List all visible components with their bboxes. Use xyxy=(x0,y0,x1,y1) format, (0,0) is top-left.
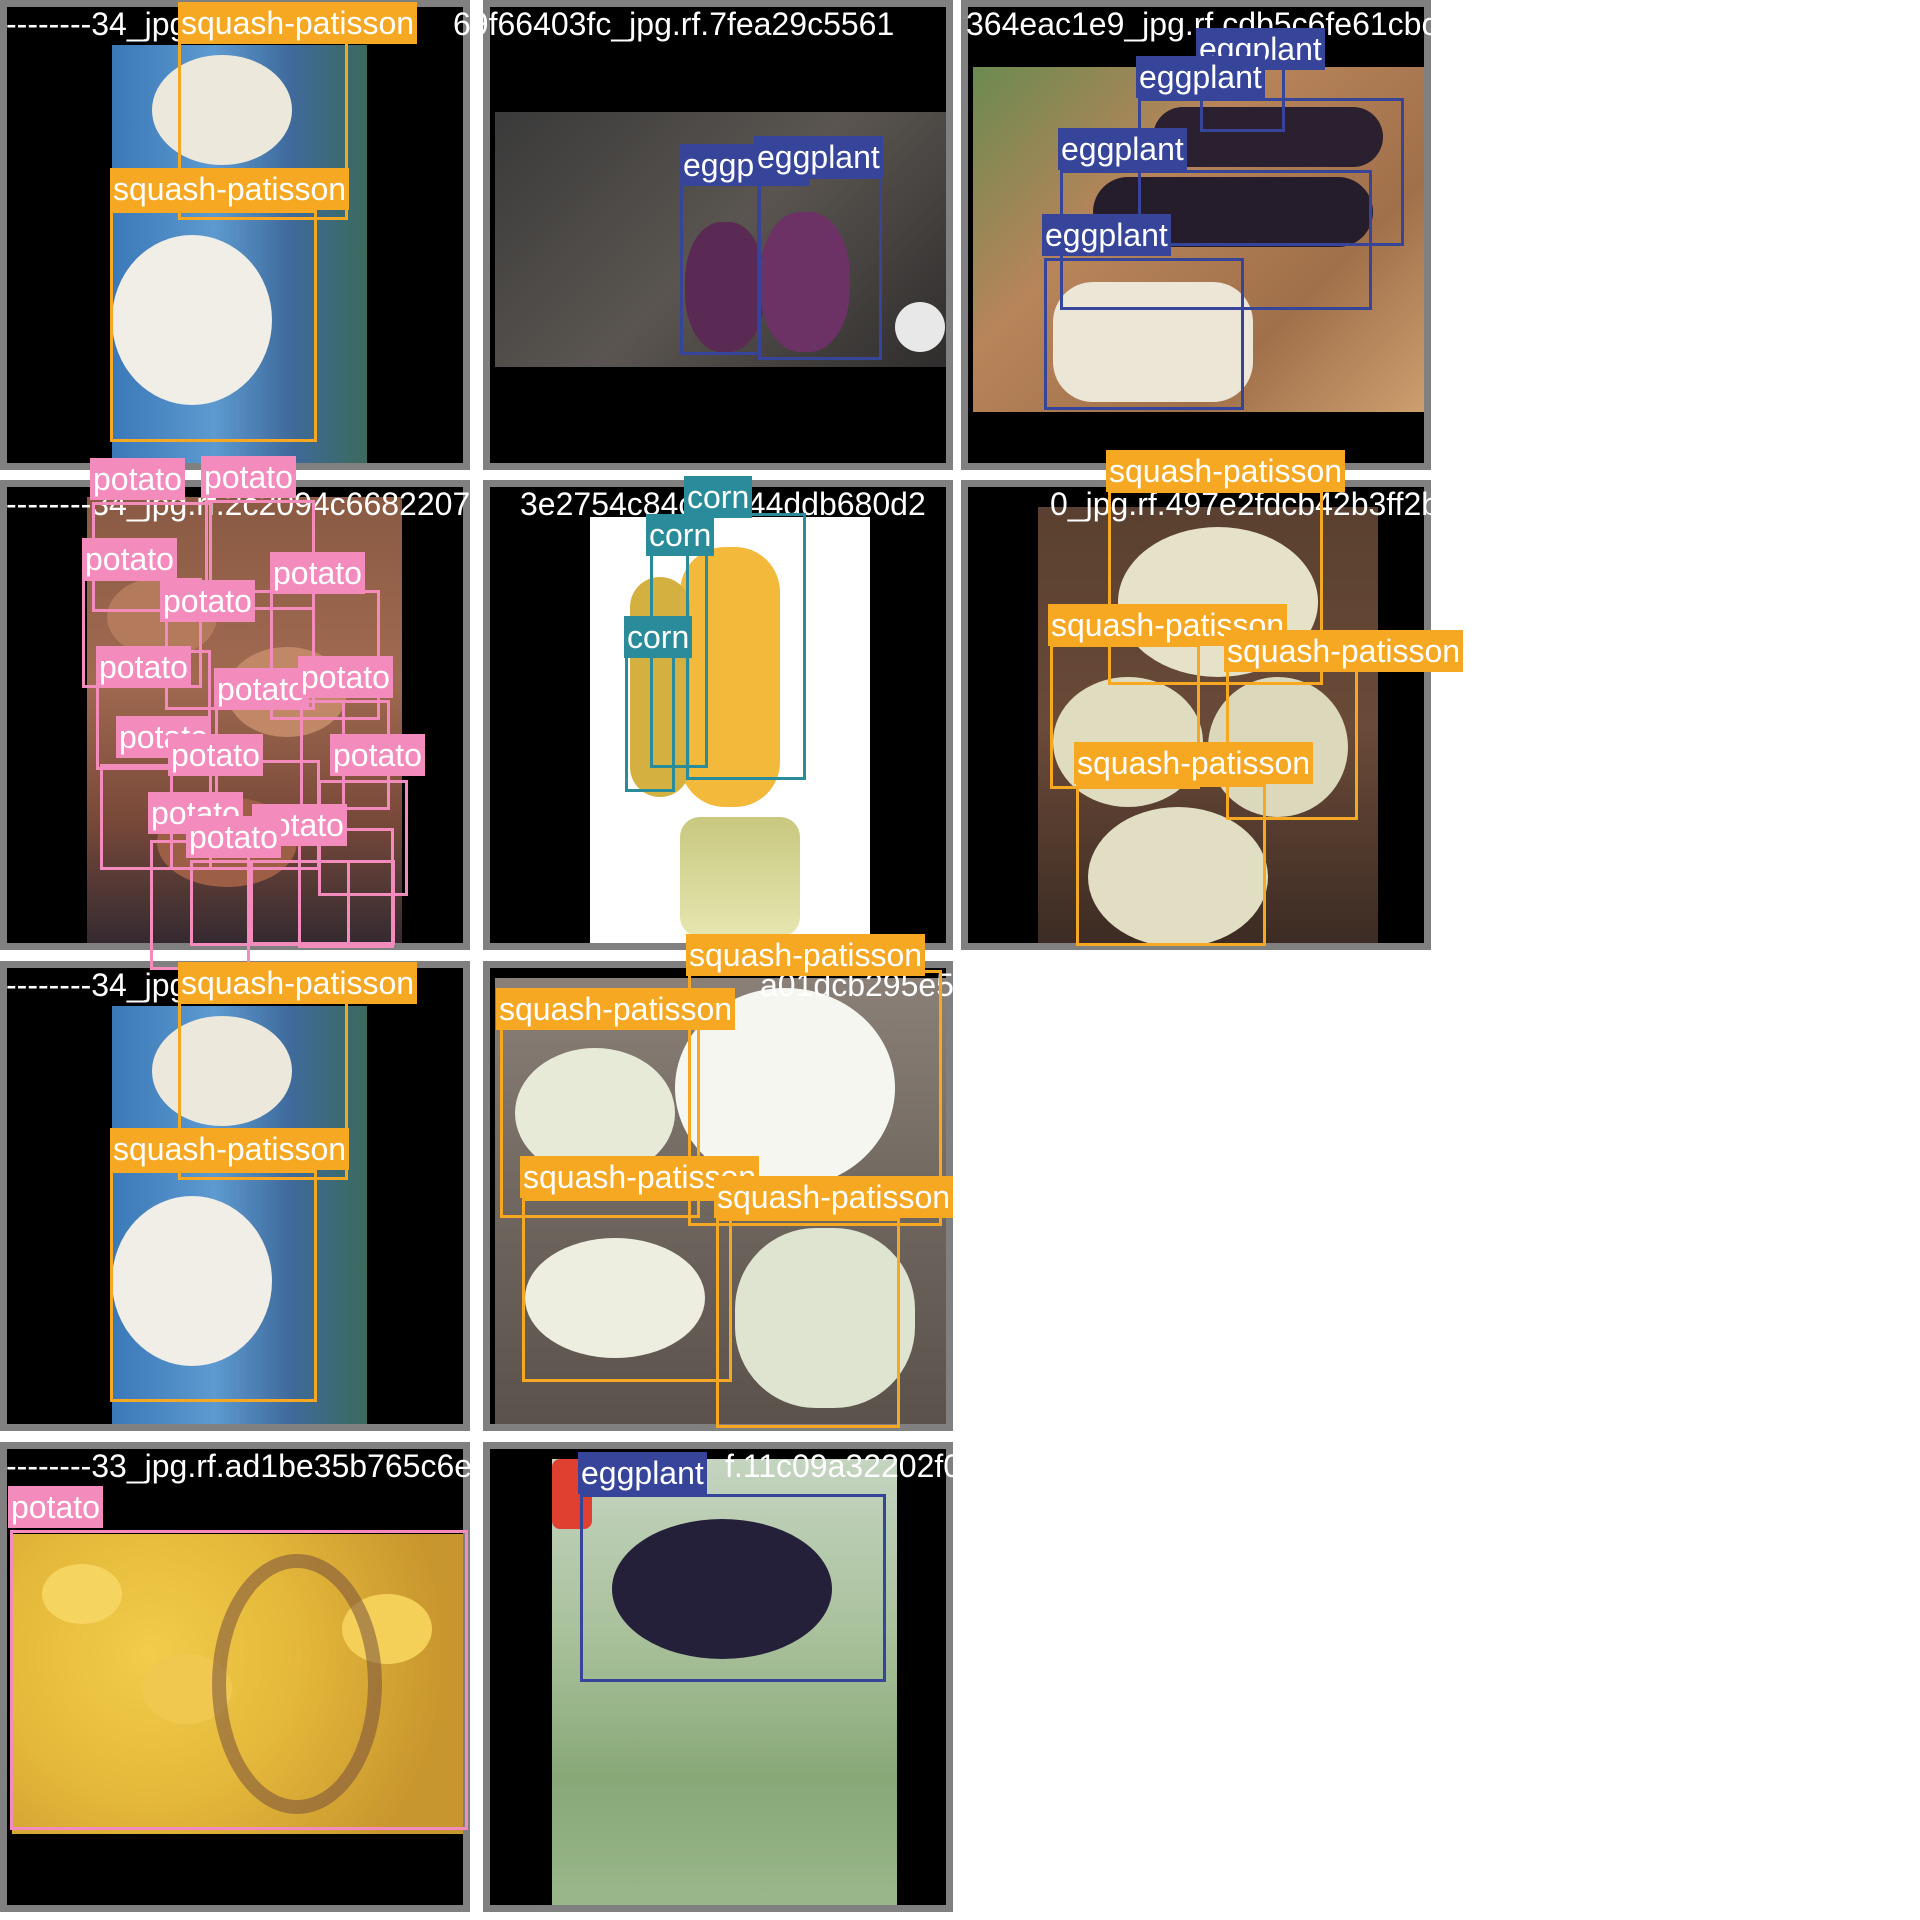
image-title: 69f66403fc_jpg.rf.7fea29c5561 xyxy=(453,6,895,42)
box-label: squash-patisson xyxy=(1074,742,1314,784)
box-label: eggplant xyxy=(578,1452,707,1494)
box-label: squash-patisson xyxy=(496,988,736,1030)
box-label: potato xyxy=(330,734,425,776)
box-label: potato xyxy=(82,538,177,580)
box-label: eggplant xyxy=(1136,56,1265,98)
bounding-box xyxy=(758,176,882,360)
box-label: corn xyxy=(646,514,715,556)
box-label: potato xyxy=(96,646,191,688)
box-label: eggplant xyxy=(754,136,883,178)
bounding-box xyxy=(522,1198,732,1382)
bounding-box xyxy=(1076,784,1266,946)
bounding-box xyxy=(680,180,760,355)
box-label: potato xyxy=(270,552,365,594)
box-label: squash-patisson xyxy=(110,168,350,210)
image-title: f.11c09a32202f0a489ba1c2 xyxy=(725,1448,1120,1484)
box-label: potato xyxy=(298,656,393,698)
box-label: potato xyxy=(186,816,281,858)
bounding-box xyxy=(110,210,317,442)
box-label: potato xyxy=(8,1486,103,1528)
bounding-box xyxy=(1044,258,1244,410)
bounding-box xyxy=(580,1494,886,1682)
box-label: squash-patisson xyxy=(1224,630,1464,672)
box-label: eggplant xyxy=(1058,128,1187,170)
box-label: corn xyxy=(684,476,753,518)
bounding-box xyxy=(716,1218,900,1428)
box-label: eggplant xyxy=(1042,214,1171,256)
box-label: potato xyxy=(160,580,255,622)
box-label: squash-patisson xyxy=(110,1128,350,1170)
box-label: squash-patisson xyxy=(714,1176,954,1218)
box-label: squash-patisson xyxy=(178,962,418,1004)
box-label: squash-patisson xyxy=(1106,450,1346,492)
bounding-box xyxy=(625,652,675,792)
image-title: --------33_jpg.rf.ad1be35b765c6e xyxy=(6,1448,473,1484)
box-label: potato xyxy=(214,668,309,710)
box-label: squash-patisson xyxy=(686,934,926,976)
box-label: corn xyxy=(624,616,693,658)
bounding-box xyxy=(250,860,395,945)
bounding-box xyxy=(10,1530,468,1830)
box-label: potato xyxy=(201,456,296,498)
box-label: squash-patisson xyxy=(178,2,418,44)
box-label: potato xyxy=(168,734,263,776)
bounding-box xyxy=(110,1170,317,1402)
box-label: potato xyxy=(90,458,185,500)
